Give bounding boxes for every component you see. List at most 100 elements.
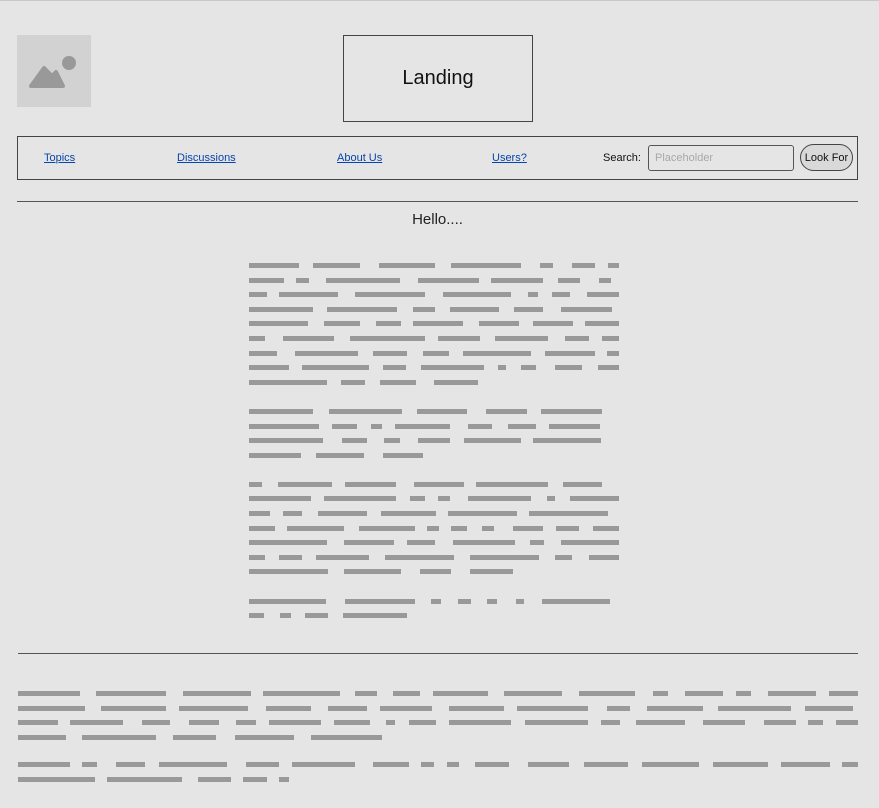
text-placeholder-dash [463, 350, 531, 356]
text-placeholder-dash [18, 705, 85, 711]
text-placeholder-dash [243, 777, 267, 782]
text-placeholder-dash [18, 777, 95, 782]
text-placeholder-dash [414, 481, 464, 487]
text-placeholder-dash [587, 292, 619, 298]
text-placeholder-dash [246, 762, 279, 768]
text-placeholder-dash [329, 408, 402, 414]
text-placeholder-dash [249, 554, 265, 560]
page-title: Landing [343, 35, 533, 122]
logo [17, 35, 91, 107]
text-placeholder-dash [249, 598, 326, 604]
text-placeholder-dash [451, 263, 521, 268]
text-placeholder-dash [142, 720, 170, 726]
text-placeholder-dash [249, 496, 311, 502]
text-placeholder-dash [279, 292, 338, 298]
text-placeholder-dash [438, 496, 450, 502]
text-placeholder-dash [427, 525, 439, 531]
text-placeholder-dash [476, 481, 548, 487]
text-placeholder-dash [249, 336, 265, 341]
text-placeholder-dash [179, 705, 248, 711]
nav-link-users[interactable]: Users? [492, 152, 527, 164]
text-placeholder-dash [249, 263, 299, 268]
text-placeholder-dash [235, 734, 294, 740]
text-placeholder-dash [107, 777, 182, 782]
text-placeholder-dash [384, 438, 400, 444]
text-placeholder-dash [380, 705, 432, 711]
nav-link-topics[interactable]: Topics [44, 152, 75, 164]
text-placeholder-dash [266, 705, 311, 711]
text-placeholder-dash [653, 691, 668, 696]
text-placeholder-dash [421, 365, 484, 371]
text-placeholder-dash [555, 554, 572, 560]
text-placeholder-dash [324, 496, 396, 502]
text-placeholder-dash [409, 720, 436, 726]
page-title-text: Landing [402, 67, 474, 89]
text-placeholder-dash [468, 496, 531, 502]
text-placeholder-dash [570, 496, 619, 502]
text-placeholder-dash [101, 705, 166, 711]
text-placeholder-dash [296, 277, 309, 283]
text-placeholder-dash [249, 525, 275, 531]
text-placeholder-dash [159, 762, 227, 768]
text-placeholder-dash [263, 691, 340, 696]
text-placeholder-dash [547, 496, 555, 502]
text-placeholder-dash [589, 554, 619, 560]
text-placeholder-dash [249, 540, 327, 546]
text-placeholder-dash [249, 379, 327, 385]
text-placeholder-dash [292, 762, 355, 768]
text-placeholder-dash [599, 277, 611, 283]
text-placeholder-dash [249, 613, 264, 619]
text-placeholder-dash [249, 423, 319, 429]
text-placeholder-dash [371, 423, 382, 429]
text-placeholder-dash [521, 365, 536, 371]
text-placeholder-dash [842, 762, 858, 768]
text-placeholder-dash [380, 379, 416, 385]
text-placeholder-dash [173, 734, 216, 740]
text-placeholder-dash [316, 554, 369, 560]
nav-link-discussions[interactable]: Discussions [177, 152, 236, 164]
text-placeholder-dash [413, 306, 435, 312]
text-placeholder-dash [434, 379, 478, 385]
text-placeholder-dash [379, 263, 435, 268]
text-placeholder-dash [342, 438, 367, 444]
text-placeholder-dash [470, 569, 513, 575]
text-placeholder-dash [376, 321, 401, 327]
text-placeholder-dash [549, 423, 600, 429]
text-placeholder-dash [468, 423, 492, 429]
text-placeholder-dash [486, 408, 527, 414]
text-placeholder-dash [18, 691, 80, 696]
text-placeholder-dash [421, 762, 434, 768]
text-placeholder-dash [249, 438, 323, 444]
text-placeholder-dash [420, 569, 451, 575]
text-placeholder-dash [345, 598, 415, 604]
text-placeholder-dash [328, 705, 367, 711]
text-placeholder-dash [579, 691, 635, 696]
text-placeholder-dash [18, 734, 66, 740]
text-placeholder-dash [504, 691, 562, 696]
search-input[interactable] [648, 145, 794, 171]
text-placeholder-dash [451, 525, 467, 531]
text-placeholder-dash [642, 762, 699, 768]
text-placeholder-dash [449, 720, 511, 726]
text-placeholder-dash [418, 438, 450, 444]
text-placeholder-dash [355, 691, 377, 696]
text-placeholder-dash [479, 321, 519, 327]
text-placeholder-dash [327, 306, 397, 312]
text-placeholder-dash [495, 336, 548, 341]
text-placeholder-dash [636, 720, 685, 726]
text-placeholder-dash [585, 321, 619, 327]
text-placeholder-dash [334, 720, 370, 726]
text-placeholder-dash [508, 423, 536, 429]
nav-link-about-us[interactable]: About Us [337, 152, 382, 164]
text-placeholder-dash [607, 350, 619, 356]
text-placeholder-dash [545, 350, 595, 356]
text-placeholder-dash [269, 720, 321, 726]
text-placeholder-dash [768, 691, 816, 696]
text-placeholder-dash [249, 481, 262, 487]
look-for-button[interactable]: Look For [800, 144, 853, 171]
text-placeholder-dash [447, 762, 459, 768]
text-placeholder-dash [283, 336, 334, 341]
text-placeholder-dash [450, 306, 499, 312]
text-placeholder-dash [607, 705, 630, 711]
text-placeholder-dash [556, 525, 579, 531]
